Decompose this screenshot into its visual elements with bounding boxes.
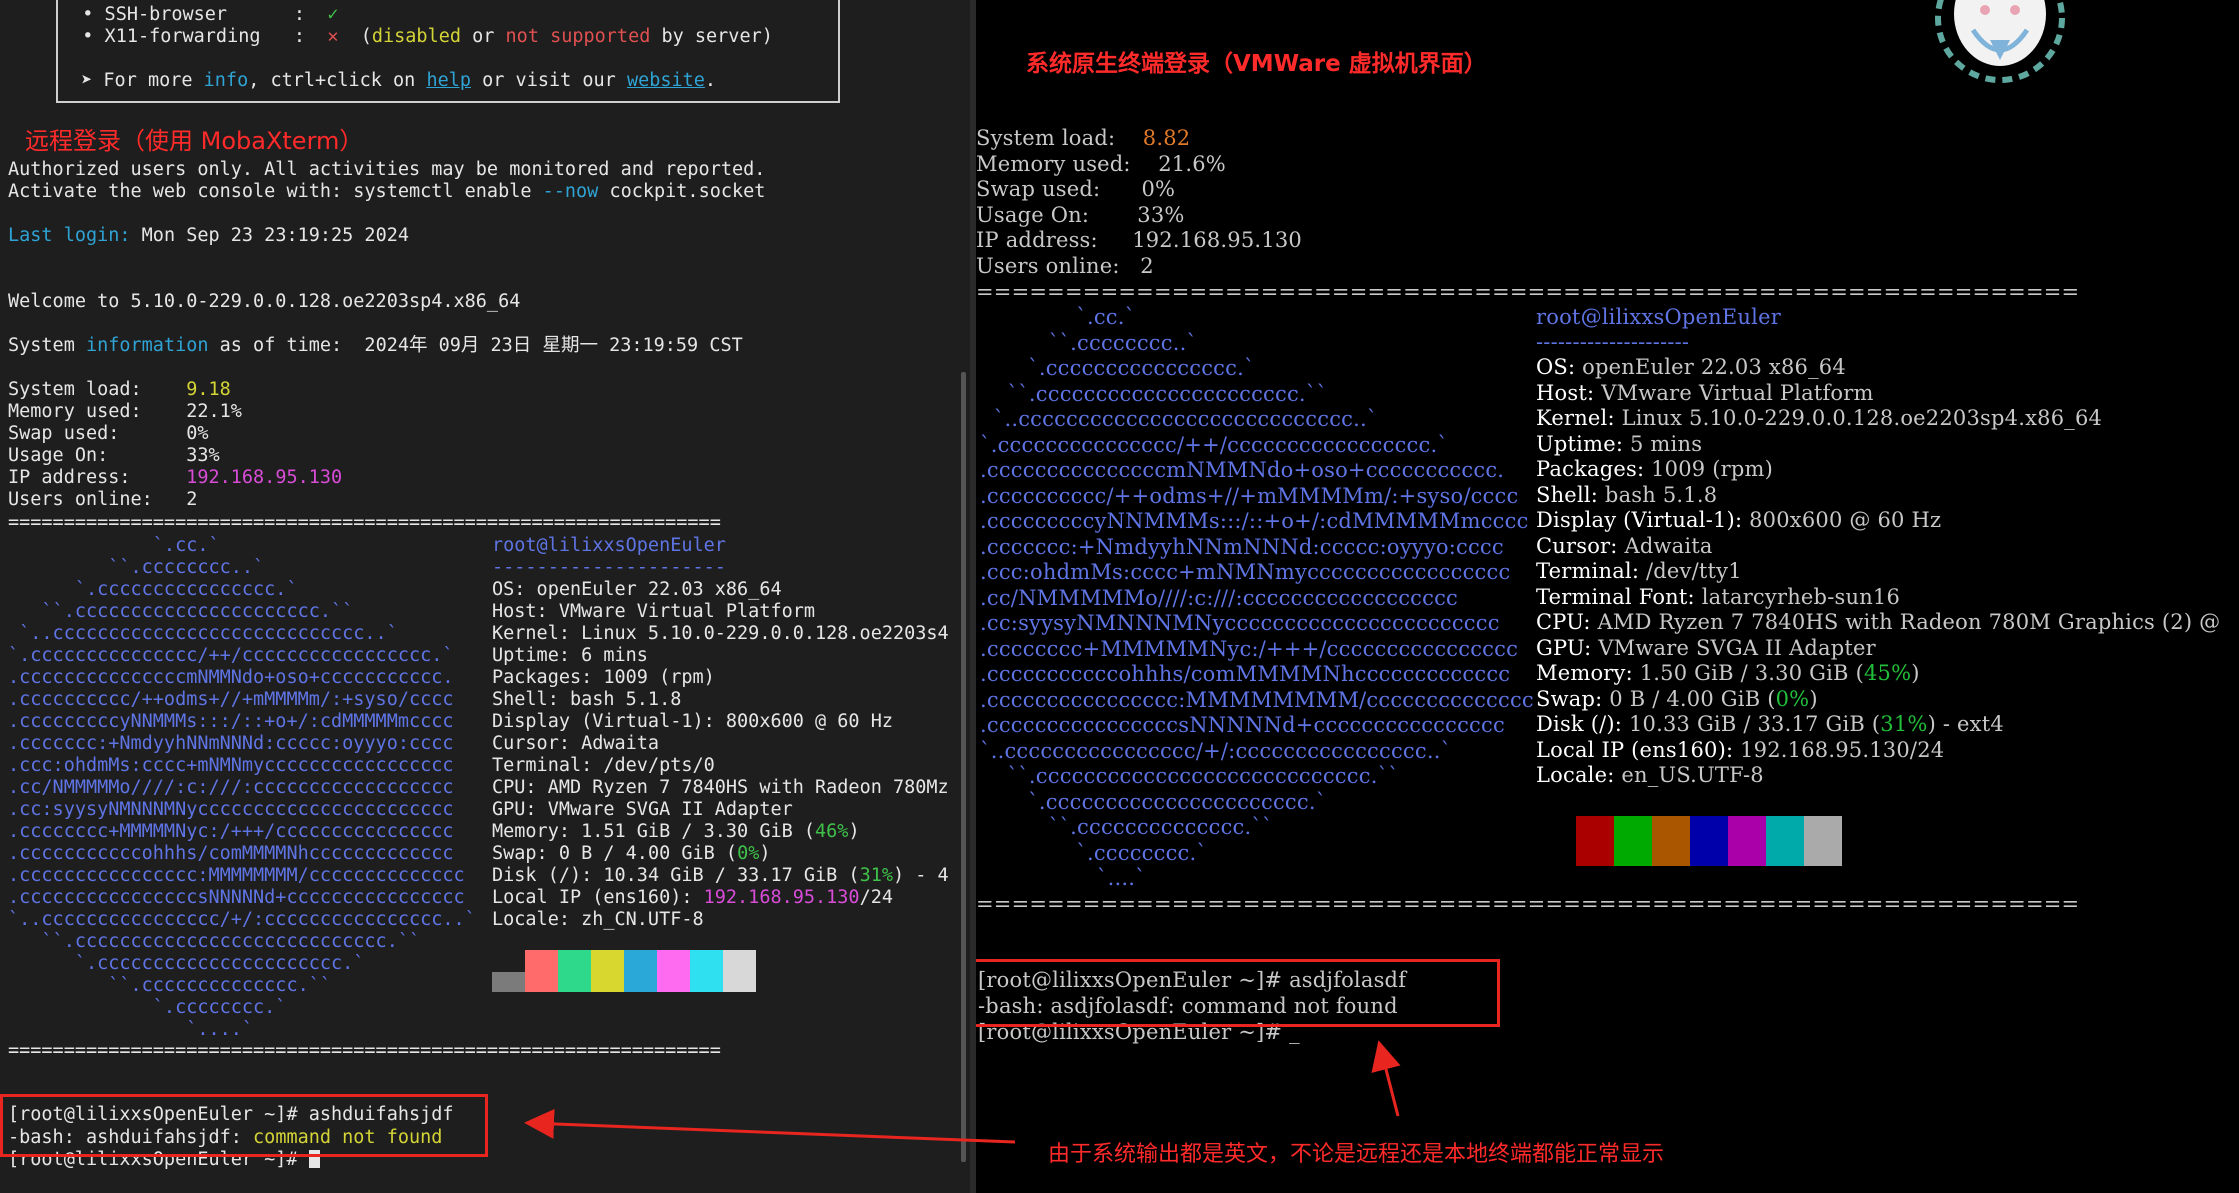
annotation-bottom: 由于系统输出都是英文，不论是远程还是本地终端都能正常显示 (1048, 1142, 1665, 1167)
arrow-to-remote (524, 1108, 1016, 1144)
arrow-to-native (1371, 1040, 1401, 1117)
annotation-arrows (524, 1040, 1401, 1144)
